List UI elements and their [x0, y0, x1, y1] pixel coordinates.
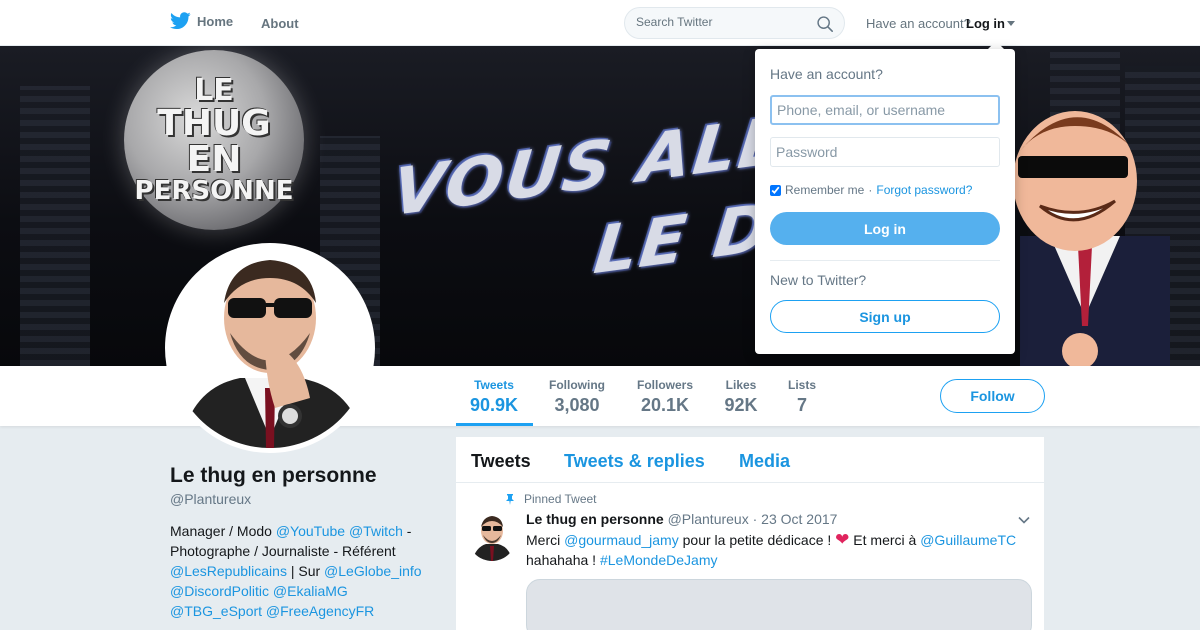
tweet-author-name[interactable]: Le thug en personne [526, 511, 664, 527]
tweet-media[interactable] [526, 579, 1032, 630]
search-input[interactable] [636, 15, 811, 29]
profile-bio: Manager / Modo @YouTube @Twitch - Photog… [170, 521, 440, 621]
tweet-author-avatar[interactable] [468, 513, 516, 561]
chevron-down-icon[interactable] [1017, 513, 1031, 527]
tab-tweets-and-replies[interactable]: Tweets & replies [564, 451, 705, 472]
profile-name: Le thug en personne [170, 464, 377, 487]
stat-followers[interactable]: Followers 20.1K [636, 378, 694, 416]
stat-label: Followers [636, 378, 693, 392]
stat-value: 90.9K [470, 395, 519, 415]
bio-link-twitch[interactable]: @Twitch [349, 523, 403, 539]
bio-link-discordpolitic[interactable]: @DiscordPolitic [170, 583, 269, 599]
login-menu-button[interactable]: Log in [966, 16, 1015, 31]
search-icon[interactable] [816, 15, 834, 33]
tweet-header: Le thug en personne @Plantureux · 23 Oct… [526, 511, 837, 527]
bio-text: | Sur [286, 563, 325, 579]
forgot-password-link[interactable]: Forgot password? [876, 183, 972, 197]
login-button[interactable]: Log in [770, 212, 1000, 245]
tweet-mention-guillaumetc[interactable]: @GuillaumeTC [920, 532, 1016, 548]
stat-lists[interactable]: Lists 7 [787, 378, 817, 416]
caret-down-icon [1007, 21, 1015, 26]
profile-handle: @Plantureux [170, 491, 252, 507]
new-to-twitter-label: New to Twitter? [770, 272, 867, 288]
search-box [624, 7, 845, 39]
pinned-tweet-text: Pinned Tweet [524, 492, 597, 506]
banner-building [20, 86, 90, 366]
dropdown-title: Have an account? [770, 66, 883, 82]
login-menu-label: Log in [966, 16, 1005, 31]
tweet-mention-gourmaud[interactable]: @gourmaud_jamy [564, 532, 679, 548]
dropdown-divider [770, 260, 1000, 261]
follow-button[interactable]: Follow [940, 379, 1045, 413]
pin-icon [506, 494, 514, 505]
pinned-tweet-label: Pinned Tweet [504, 492, 597, 506]
stat-value: 3,080 [554, 395, 600, 415]
profile-avatar[interactable] [165, 243, 375, 453]
tweet-text-part: pour la petite dédicace ! [678, 532, 836, 548]
nav-about-link[interactable]: About [261, 16, 299, 31]
moon-line: LE [194, 73, 234, 108]
nav-home-link[interactable]: Home [170, 12, 233, 30]
tab-media[interactable]: Media [739, 451, 790, 472]
tweet-date[interactable]: · 23 Oct 2017 [753, 511, 838, 527]
tweet-author-handle[interactable]: @Plantureux [668, 511, 749, 527]
bio-link-freeagency[interactable]: @FreeAgencyFR [266, 603, 374, 619]
stat-tweets[interactable]: Tweets 90.9K [470, 378, 518, 416]
stat-label: Tweets [474, 378, 514, 392]
bio-link-ekalia[interactable]: @EkaliaMG [273, 583, 348, 599]
timeline: Tweets Tweets & replies Media Pinned Twe… [456, 437, 1044, 630]
tweet-text: Merci @gourmaud_jamy pour la petite dédi… [526, 530, 1036, 570]
bio-link-tbg-esport[interactable]: @TBG_eSport [170, 603, 262, 619]
banner-moon-logo: LE THUG EN PERSONNE [124, 50, 304, 230]
avatar-illustration [170, 248, 370, 448]
tweet-text-part: Merci [526, 532, 565, 548]
twitter-bird-icon [170, 12, 191, 30]
login-dropdown: Have an account? Remember me · Forgot pa… [755, 49, 1015, 354]
moon-line: PERSONNE [134, 176, 294, 206]
bio-text: Manager / Modo [170, 523, 276, 539]
username-field[interactable] [770, 95, 1000, 125]
bio-link-leglobe[interactable]: @LeGlobe_info [324, 563, 422, 579]
nav-home-label: Home [197, 13, 234, 29]
tweet-avatar-illustration [468, 513, 516, 561]
remember-me-label[interactable]: Remember me [785, 183, 864, 197]
stat-label: Likes [725, 378, 757, 392]
banner-cartoon-character [1013, 111, 1170, 366]
timeline-tabs: Tweets Tweets & replies Media [456, 437, 1044, 483]
stat-following[interactable]: Following 3,080 [548, 378, 606, 416]
remember-me-checkbox[interactable] [770, 184, 781, 196]
tweet-text-part: Et merci à [849, 532, 921, 548]
tweet-hashtag[interactable]: #LeMondeDeJamy [600, 552, 718, 568]
stat-label: Following [549, 378, 605, 392]
stat-label: Lists [787, 378, 816, 392]
active-stat-underline [456, 423, 533, 426]
moon-line: THUG [157, 103, 271, 144]
bio-link-youtube[interactable]: @YouTube [276, 523, 345, 539]
password-field[interactable] [770, 137, 1000, 167]
have-account-label: Have an account? [866, 16, 971, 31]
stat-value: 7 [796, 395, 807, 415]
separator-dot: · [868, 183, 873, 197]
top-nav: Home About Have an account? Log in [0, 0, 1200, 46]
moon-line: EN [186, 139, 242, 180]
stat-likes[interactable]: Likes 92K [724, 378, 758, 416]
tweet-text-part: hahahaha ! [526, 552, 600, 568]
stat-value: 20.1K [640, 395, 690, 415]
stat-value: 92K [724, 395, 758, 415]
bio-link-lesrepublicains[interactable]: @LesRepublicains [170, 563, 287, 579]
heart-icon: ❤ [835, 530, 850, 549]
tab-tweets[interactable]: Tweets [471, 451, 531, 472]
signup-button[interactable]: Sign up [770, 300, 1000, 333]
remember-row: Remember me · Forgot password? [770, 183, 972, 197]
